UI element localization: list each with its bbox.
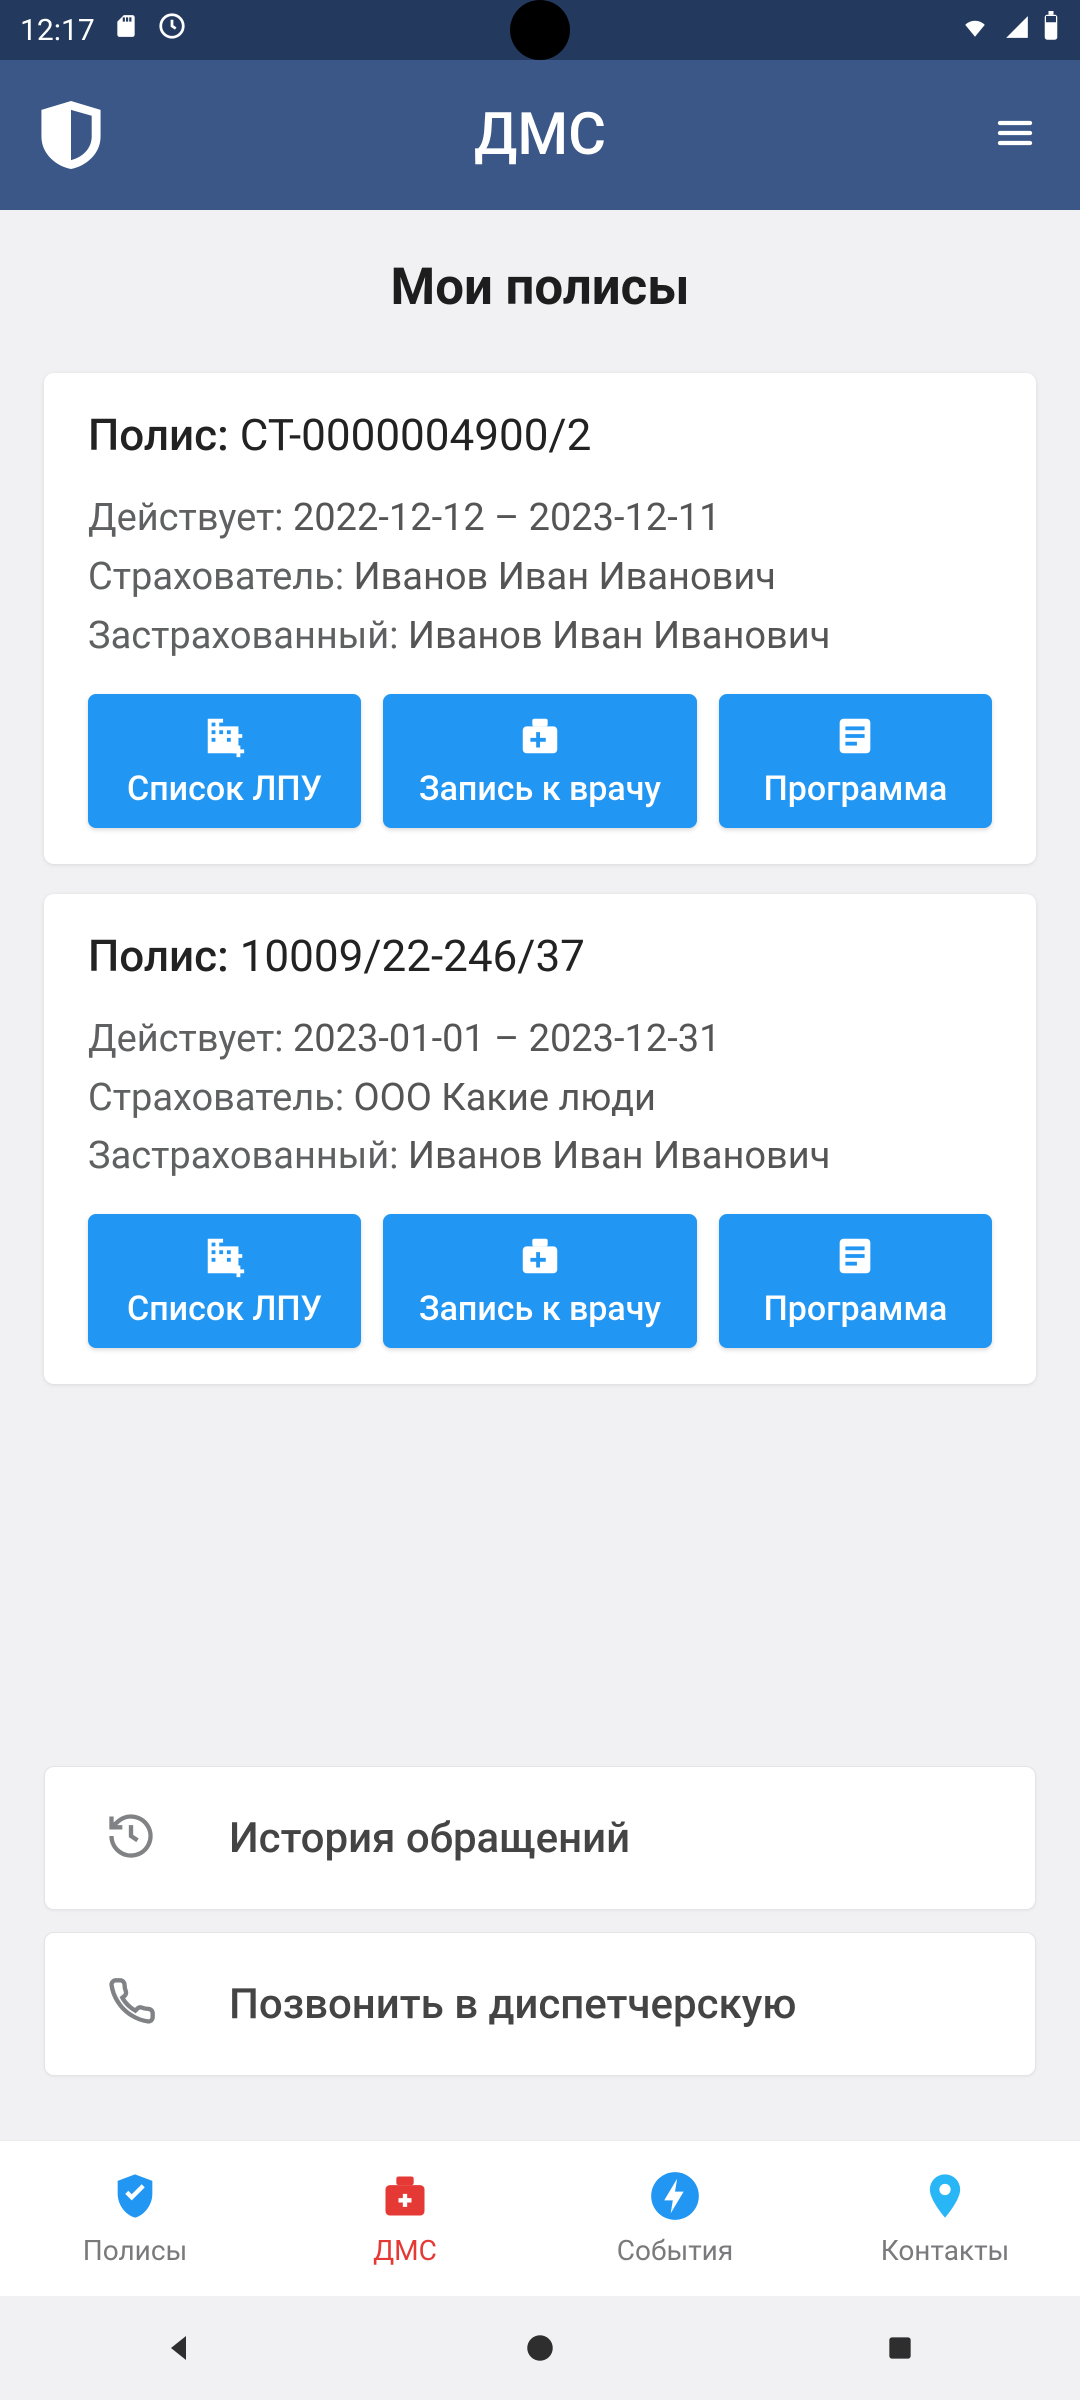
tab-policies[interactable]: Полисы bbox=[0, 2141, 270, 2296]
tab-label: События bbox=[617, 2234, 733, 2267]
bolt-icon bbox=[649, 2170, 701, 2226]
section-heading: Мои полисы bbox=[44, 258, 1036, 317]
insured-label: Застрахованный: bbox=[88, 1134, 408, 1178]
policy-insurer-row: Страхователь: Иванов Иван Иванович bbox=[88, 548, 992, 607]
button-label: История обращений bbox=[229, 1814, 630, 1863]
tab-label: Полисы bbox=[83, 2234, 187, 2267]
nav-back-button[interactable] bbox=[155, 2323, 205, 2373]
list-lpu-button[interactable]: Список ЛПУ bbox=[88, 694, 361, 828]
policy-button-row: Список ЛПУ Запись к врачу Программа bbox=[88, 694, 992, 828]
status-time: 12:17 bbox=[20, 13, 95, 48]
valid-value: 2023-01-01 – 2023-12-31 bbox=[293, 1017, 721, 1061]
insurer-label: Страхователь: bbox=[88, 1076, 353, 1120]
policy-number-row: Полис: СТ-0000004900/2 bbox=[88, 409, 992, 461]
list-lpu-button[interactable]: Список ЛПУ bbox=[88, 1214, 361, 1348]
policy-valid-row: Действует: 2023-01-01 – 2023-12-31 bbox=[88, 1010, 992, 1069]
button-label: Программа bbox=[764, 1289, 948, 1329]
policy-insured-row: Застрахованный: Иванов Иван Иванович bbox=[88, 607, 992, 666]
sync-icon bbox=[157, 11, 187, 49]
policy-card: Полис: 10009/22-246/37 Действует: 2023-0… bbox=[44, 894, 1036, 1385]
menu-icon[interactable] bbox=[990, 113, 1040, 157]
policy-insurer-row: Страхователь: ООО Какие люди bbox=[88, 1069, 992, 1128]
history-button[interactable]: История обращений bbox=[44, 1766, 1036, 1910]
valid-value: 2022-12-12 – 2023-12-11 bbox=[293, 496, 721, 540]
program-button[interactable]: Программа bbox=[719, 1214, 992, 1348]
shield-check-icon bbox=[109, 2170, 161, 2226]
valid-label: Действует: bbox=[88, 496, 293, 540]
page-title: ДМС bbox=[474, 101, 606, 169]
tab-events[interactable]: События bbox=[540, 2141, 810, 2296]
button-label: Список ЛПУ bbox=[127, 1289, 322, 1329]
program-button[interactable]: Программа bbox=[719, 694, 992, 828]
app-logo-icon bbox=[40, 101, 102, 169]
button-label: Программа bbox=[764, 769, 948, 809]
page-content: Мои полисы Полис: СТ-0000004900/2 Действ… bbox=[0, 210, 1080, 2140]
policy-valid-row: Действует: 2022-12-12 – 2023-12-11 bbox=[88, 489, 992, 548]
button-label: Список ЛПУ bbox=[127, 769, 322, 809]
status-left: 12:17 bbox=[20, 11, 187, 49]
call-dispatch-button[interactable]: Позвонить в диспетчерскую bbox=[44, 1932, 1036, 2076]
tab-label: Контакты bbox=[881, 2234, 1010, 2267]
insurer-value: Иванов Иван Иванович bbox=[353, 555, 776, 599]
quick-actions: История обращений Позвонить в диспетчерс… bbox=[44, 1766, 1036, 2140]
button-label: Позвонить в диспетчерскую bbox=[229, 1980, 796, 2029]
tab-dms[interactable]: ДМС bbox=[270, 2141, 540, 2296]
insurer-value: ООО Какие люди bbox=[353, 1076, 656, 1120]
policy-number: 10009/22-246/37 bbox=[240, 930, 585, 982]
policy-prefix: Полис: bbox=[88, 930, 240, 982]
policy-card: Полис: СТ-0000004900/2 Действует: 2022-1… bbox=[44, 373, 1036, 864]
phone-icon bbox=[105, 1976, 157, 2032]
insured-value: Иванов Иван Иванович bbox=[408, 1134, 831, 1178]
insurer-label: Страхователь: bbox=[88, 555, 353, 599]
policy-prefix: Полис: bbox=[88, 409, 240, 461]
status-right bbox=[958, 11, 1060, 49]
policy-number: СТ-0000004900/2 bbox=[240, 409, 592, 461]
valid-label: Действует: bbox=[88, 1017, 293, 1061]
policy-button-row: Список ЛПУ Запись к врачу Программа bbox=[88, 1214, 992, 1348]
sd-card-icon bbox=[113, 11, 139, 49]
button-label: Запись к врачу bbox=[419, 1289, 661, 1329]
history-icon bbox=[105, 1810, 157, 1866]
policy-number-row: Полис: 10009/22-246/37 bbox=[88, 930, 992, 982]
system-nav-bar bbox=[0, 2296, 1080, 2400]
app-bar: ДМС bbox=[0, 60, 1080, 210]
camera-cutout bbox=[510, 0, 570, 60]
button-label: Запись к врачу bbox=[419, 769, 661, 809]
battery-icon bbox=[1042, 11, 1060, 49]
location-pin-icon bbox=[919, 2170, 971, 2226]
tab-contacts[interactable]: Контакты bbox=[810, 2141, 1080, 2296]
appointment-button[interactable]: Запись к врачу bbox=[383, 1214, 697, 1348]
medkit-icon bbox=[379, 2170, 431, 2226]
nav-home-button[interactable] bbox=[515, 2323, 565, 2373]
wifi-icon bbox=[958, 13, 992, 48]
policy-insured-row: Застрахованный: Иванов Иван Иванович bbox=[88, 1127, 992, 1186]
insured-value: Иванов Иван Иванович bbox=[408, 614, 831, 658]
insured-label: Застрахованный: bbox=[88, 614, 408, 658]
nav-recents-button[interactable] bbox=[875, 2323, 925, 2373]
signal-icon bbox=[1002, 13, 1032, 48]
spacer bbox=[44, 1414, 1036, 1766]
appointment-button[interactable]: Запись к врачу bbox=[383, 694, 697, 828]
tab-bar: Полисы ДМС События Контакты bbox=[0, 2140, 1080, 2296]
tab-label: ДМС bbox=[373, 2234, 437, 2267]
